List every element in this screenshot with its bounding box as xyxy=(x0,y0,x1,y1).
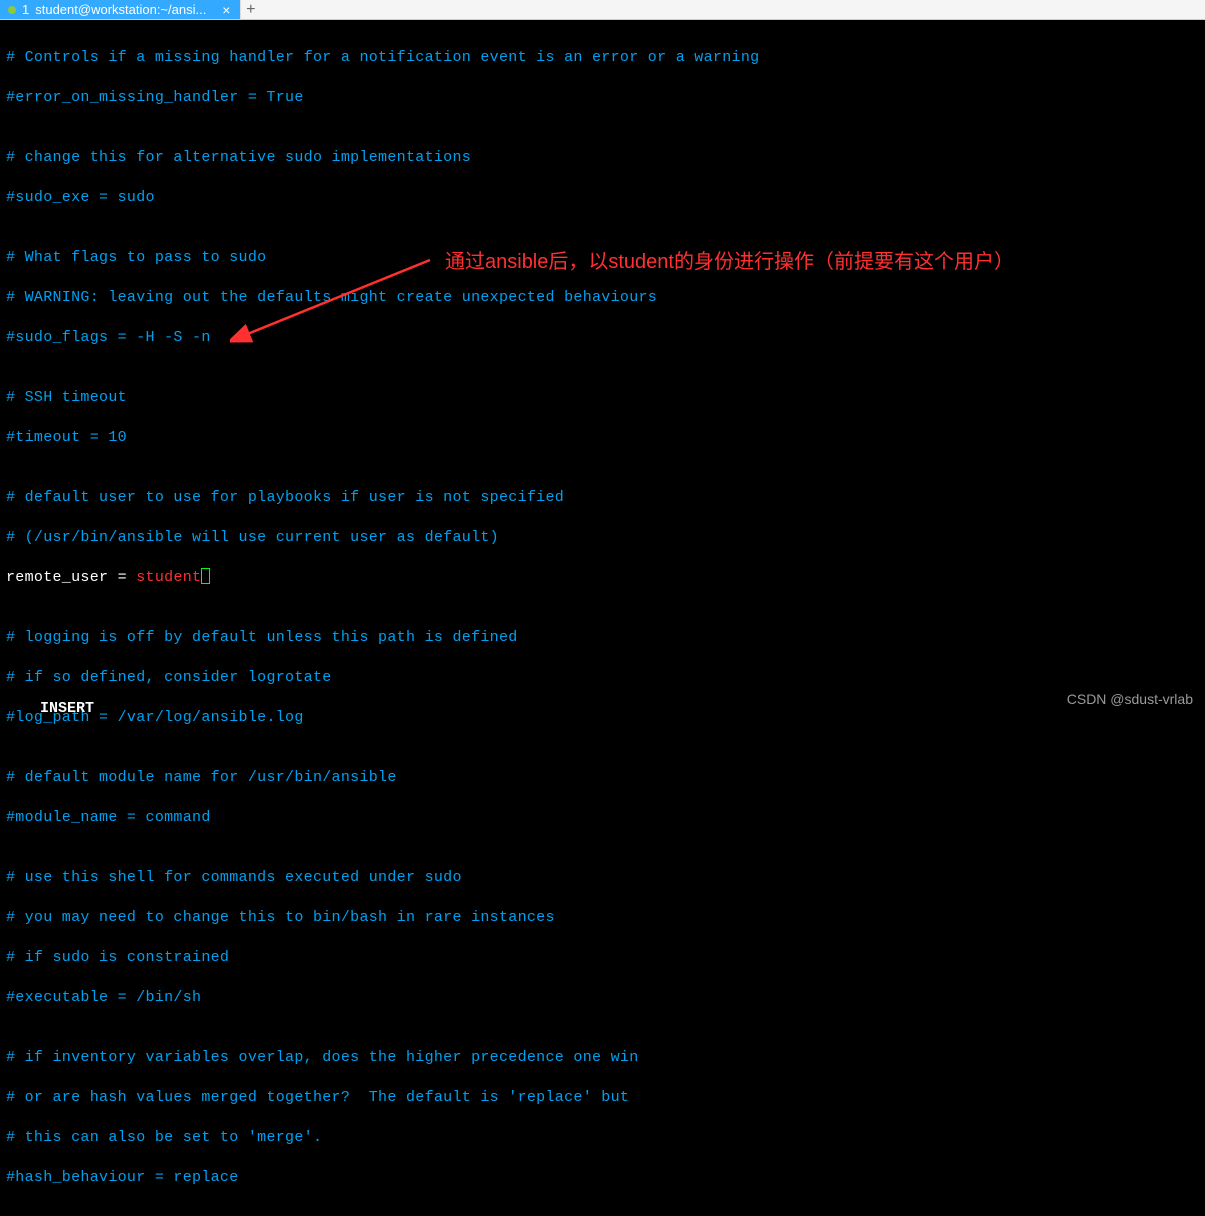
config-line: #timeout = 10 xyxy=(6,428,1199,448)
config-line-remote-user: remote_user = student xyxy=(6,568,1199,588)
config-line: #executable = /bin/sh xyxy=(6,988,1199,1008)
config-line: # default module name for /usr/bin/ansib… xyxy=(6,768,1199,788)
annotation-text: 通过ansible后，以student的身份进行操作（前提要有这个用户） xyxy=(445,245,1014,274)
terminal-tab[interactable]: 1 student@workstation:~/ansi... × xyxy=(0,0,240,19)
config-line: # if inventory variables overlap, does t… xyxy=(6,1048,1199,1068)
config-line: # SSH timeout xyxy=(6,388,1199,408)
config-line: #sudo_flags = -H -S -n xyxy=(6,328,1199,348)
terminal-content[interactable]: # Controls if a missing handler for a no… xyxy=(0,20,1205,1216)
remote-user-key: remote_user = xyxy=(6,569,136,586)
remote-user-value: student xyxy=(136,569,201,586)
cursor-icon xyxy=(201,568,210,584)
config-line: #hash_behaviour = replace xyxy=(6,1168,1199,1188)
tab-title: student@workstation:~/ansi... xyxy=(35,2,206,17)
vim-mode-indicator: INSERT xyxy=(40,700,94,717)
config-line: # this can also be set to 'merge'. xyxy=(6,1128,1199,1148)
tab-bar: 1 student@workstation:~/ansi... × + xyxy=(0,0,1205,20)
watermark: CSDN @sdust-vrlab xyxy=(1067,691,1193,707)
config-line: # Controls if a missing handler for a no… xyxy=(6,48,1199,68)
config-line: # if so defined, consider logrotate xyxy=(6,668,1199,688)
config-line: #log_path = /var/log/ansible.log xyxy=(6,708,1199,728)
tab-status-dot xyxy=(8,6,16,14)
config-line: # logging is off by default unless this … xyxy=(6,628,1199,648)
config-line: # change this for alternative sudo imple… xyxy=(6,148,1199,168)
config-line: # or are hash values merged together? Th… xyxy=(6,1088,1199,1108)
tab-number: 1 xyxy=(22,2,29,17)
add-tab-button[interactable]: + xyxy=(240,0,260,20)
config-line: #error_on_missing_handler = True xyxy=(6,88,1199,108)
config-line: # (/usr/bin/ansible will use current use… xyxy=(6,528,1199,548)
config-line: # use this shell for commands executed u… xyxy=(6,868,1199,888)
config-line: #sudo_exe = sudo xyxy=(6,188,1199,208)
config-line: # you may need to change this to bin/bas… xyxy=(6,908,1199,928)
config-line: # default user to use for playbooks if u… xyxy=(6,488,1199,508)
config-line: #module_name = command xyxy=(6,808,1199,828)
config-line: # if sudo is constrained xyxy=(6,948,1199,968)
config-line: # WARNING: leaving out the defaults migh… xyxy=(6,288,1199,308)
close-icon[interactable]: × xyxy=(220,4,232,16)
